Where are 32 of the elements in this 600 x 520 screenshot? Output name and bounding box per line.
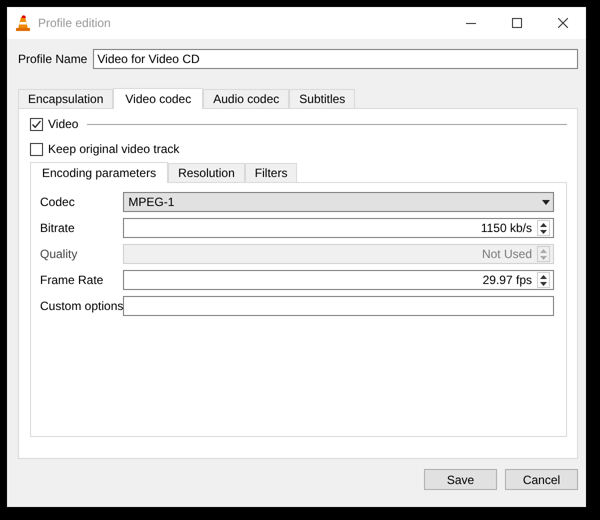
tab[interactable]: Filters xyxy=(244,163,298,182)
tab[interactable]: Encapsulation xyxy=(18,89,114,108)
maximize-icon[interactable] xyxy=(512,18,522,28)
tab[interactable]: Encoding parameters xyxy=(30,162,168,183)
codec-dropdown[interactable]: MPEG-1 xyxy=(123,192,554,212)
field-label: Custom options xyxy=(40,299,124,313)
field-label: Quality xyxy=(40,247,78,261)
field-label: Bitrate xyxy=(40,221,76,235)
field-label: Codec xyxy=(40,195,76,209)
text-field[interactable] xyxy=(123,296,554,316)
dialog-button[interactable]: Cancel xyxy=(505,469,578,490)
caret-icon xyxy=(542,200,550,204)
spin-arrows-icon[interactable] xyxy=(537,220,550,236)
tab[interactable]: Resolution xyxy=(168,163,245,182)
tab[interactable]: Audio codec xyxy=(203,89,290,108)
field-label: Frame Rate xyxy=(40,273,104,287)
checkbox[interactable] xyxy=(30,118,43,130)
profile-name-field[interactable]: Video for Video CD xyxy=(93,49,578,69)
checkbox-label: Keep original video track xyxy=(48,142,180,156)
traffic-cone-icon xyxy=(16,15,30,31)
tab[interactable]: Subtitles xyxy=(289,89,356,108)
checkbox[interactable] xyxy=(30,142,43,156)
checkbox-label: Video xyxy=(48,117,78,131)
close-icon[interactable] xyxy=(558,18,568,28)
window-title: Profile edition xyxy=(38,16,112,30)
spin-field[interactable]: 1150 kb/s xyxy=(123,218,554,238)
tab[interactable]: Video codec xyxy=(113,88,204,109)
spin-field[interactable]: 29.97 fps xyxy=(123,270,554,290)
field-label: Profile Name xyxy=(18,52,88,66)
spin-arrows-icon[interactable] xyxy=(537,272,550,288)
dialog-button[interactable]: Save xyxy=(424,469,497,490)
minimize-icon[interactable] xyxy=(466,22,476,24)
